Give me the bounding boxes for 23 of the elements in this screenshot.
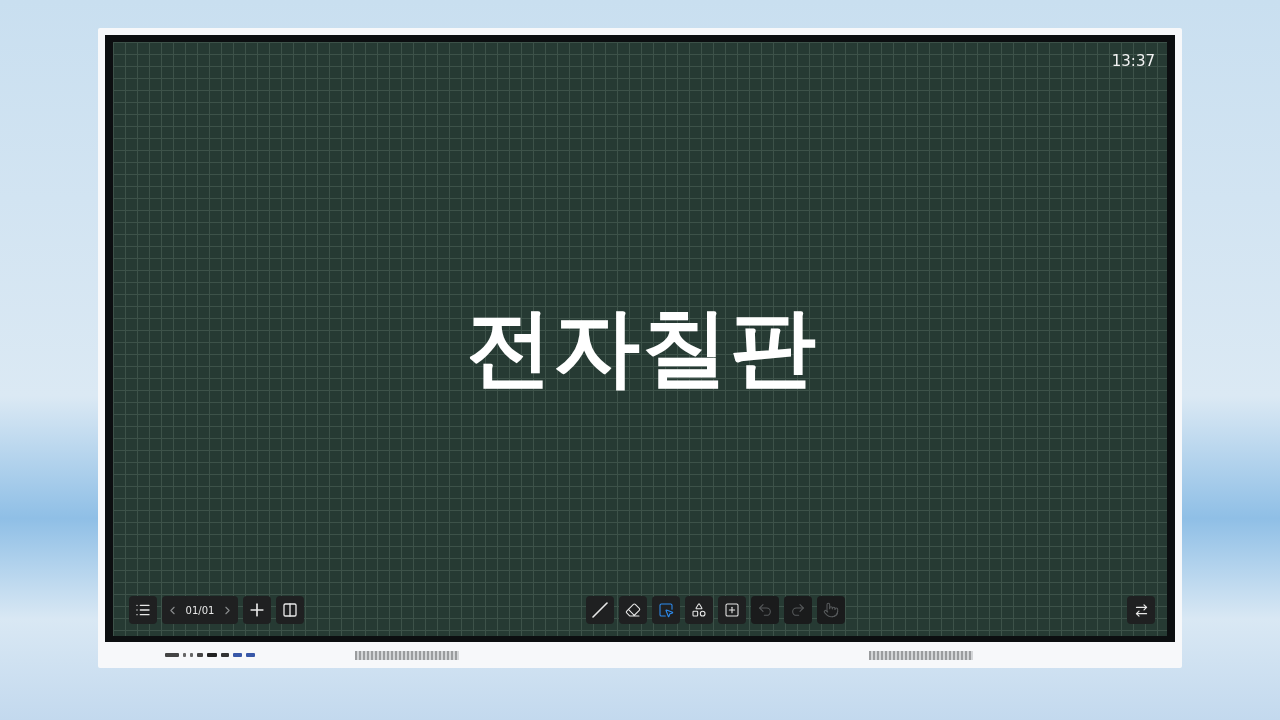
page-counter: 01/01 (185, 604, 215, 616)
menu-icon (135, 602, 151, 618)
eraser-tool-button[interactable] (619, 596, 647, 624)
columns-icon (282, 602, 298, 618)
pen-tool-button[interactable] (586, 596, 614, 624)
eraser-icon (625, 602, 641, 618)
add-page-button[interactable] (243, 596, 271, 624)
shapes-tool-button[interactable] (685, 596, 713, 624)
swap-arrows-icon (1133, 602, 1149, 618)
board-title: 전자칠판 (466, 295, 818, 399)
insert-tool-button[interactable] (718, 596, 746, 624)
undo-icon (757, 602, 773, 618)
switch-side-button[interactable] (1127, 596, 1155, 624)
pen-icon (591, 601, 609, 619)
shapes-icon (691, 602, 707, 618)
hand-pointer-icon (823, 602, 839, 618)
select-tool-button[interactable] (652, 596, 680, 624)
square-plus-icon (724, 602, 740, 618)
redo-icon (790, 602, 806, 618)
select-icon (658, 602, 674, 618)
clock: 13:37 (1111, 52, 1155, 70)
page-overview-button[interactable] (276, 596, 304, 624)
menu-button[interactable] (129, 596, 157, 624)
